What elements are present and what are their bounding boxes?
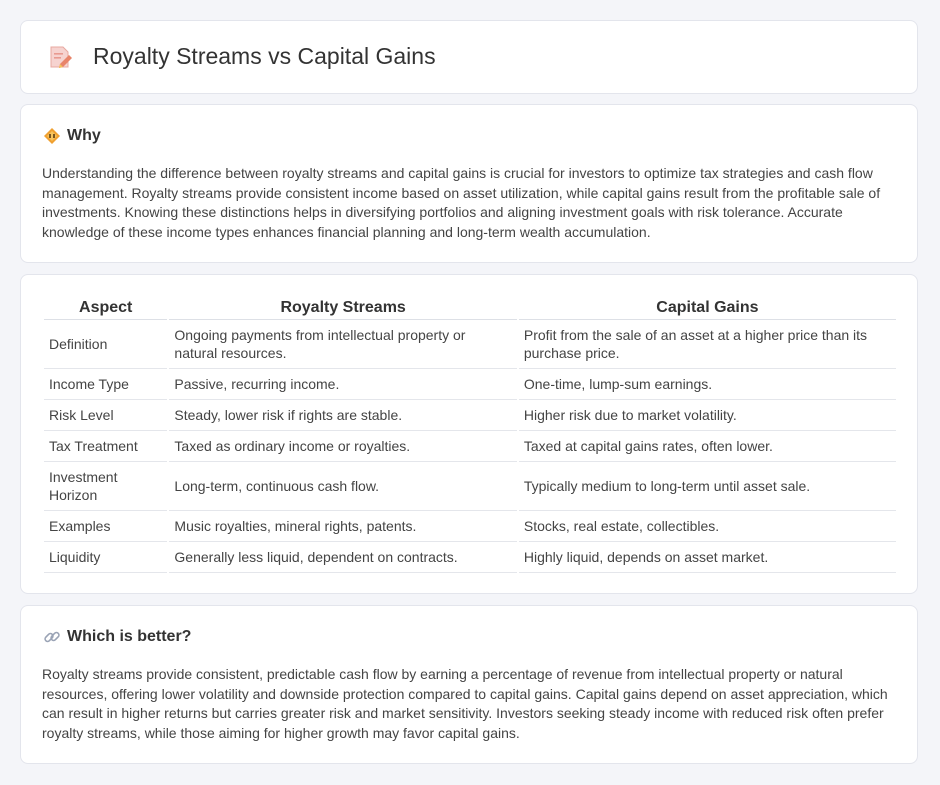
table-cell: Ongoing payments from intellectual prope… [169,320,517,369]
document-pencil-icon [50,46,72,68]
table-cell: Music royalties, mineral rights, patents… [169,511,517,542]
table-cell: Typically medium to long-term until asse… [518,462,896,511]
table-cell: Risk Level [44,400,168,431]
which-is-better-section: Which is better? Royalty streams provide… [20,605,918,764]
table-row: Liquidity Generally less liquid, depende… [44,542,896,573]
table-cell: Generally less liquid, dependent on cont… [169,542,517,573]
table-cell: Stocks, real estate, collectibles. [518,511,896,542]
table-cell: Taxed at capital gains rates, often lowe… [518,431,896,462]
table-cell: Examples [44,511,168,542]
why-text: Understanding the difference between roy… [42,165,881,240]
table-row: Investment Horizon Long-term, continuous… [44,462,896,511]
table-cell: Taxed as ordinary income or royalties. [169,431,517,462]
table-row: Tax Treatment Taxed as ordinary income o… [44,431,896,462]
which-is-better-text: Royalty streams provide consistent, pred… [42,666,888,741]
column-header: Royalty Streams [169,295,517,320]
table-cell: Liquidity [44,542,168,573]
table-cell: Long-term, continuous cash flow. [169,462,517,511]
column-header: Aspect [44,295,168,320]
column-header: Capital Gains [518,295,896,320]
title-card: Royalty Streams vs Capital Gains [20,20,918,94]
table-cell: Profit from the sale of an asset at a hi… [518,320,896,369]
table-cell: Highly liquid, depends on asset market. [518,542,896,573]
page-title: Royalty Streams vs Capital Gains [93,43,436,69]
table-cell: Tax Treatment [44,431,168,462]
link-icon [44,631,60,643]
table-row: Examples Music royalties, mineral rights… [44,511,896,542]
comparison-card: Aspect Royalty Streams Capital Gains Def… [20,274,918,594]
table-row: Risk Level Steady, lower risk if rights … [44,400,896,431]
table-cell: Income Type [44,369,168,400]
table-row: Income Type Passive, recurring income. O… [44,369,896,400]
which-is-better-heading: Which is better? [67,628,192,645]
diamond-warning-icon [44,128,60,144]
why-section: Why Understanding the difference between… [20,104,918,263]
table-cell: One-time, lump-sum earnings. [518,369,896,400]
table-cell: Higher risk due to market volatility. [518,400,896,431]
table-row: Definition Ongoing payments from intelle… [44,320,896,369]
table-cell: Steady, lower risk if rights are stable. [169,400,517,431]
table-header-row: Aspect Royalty Streams Capital Gains [44,295,896,320]
table-cell: Definition [44,320,168,369]
table-cell: Passive, recurring income. [169,369,517,400]
table-cell: Investment Horizon [44,462,168,511]
why-heading: Why [67,127,101,144]
comparison-table: Aspect Royalty Streams Capital Gains Def… [42,295,898,573]
